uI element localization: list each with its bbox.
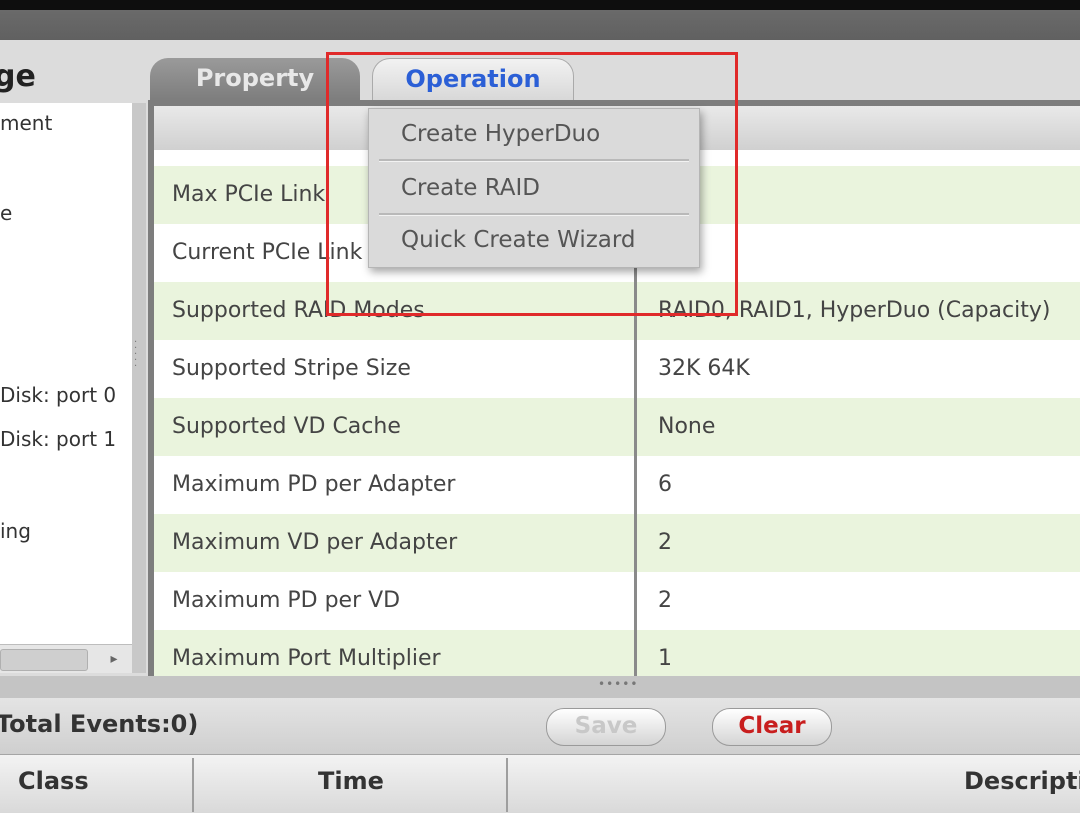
property-value: 6 (658, 472, 672, 497)
tree-item-device[interactable]: e (0, 201, 12, 225)
table-row: Maximum PD per VD 2 (154, 572, 1080, 630)
property-key: Maximum PD per Adapter (172, 472, 456, 497)
tree-item-management[interactable]: ment (0, 111, 52, 135)
property-value: 32K 64K (658, 356, 750, 381)
property-key: Supported VD Cache (172, 414, 401, 439)
horizontal-splitter-grip-icon[interactable]: ••••• (598, 678, 638, 690)
total-events-label: Total Events:0) (0, 710, 199, 738)
vertical-splitter-grip-icon[interactable]: · · · · · (134, 338, 140, 380)
column-header-time[interactable]: Time (318, 756, 384, 806)
table-row: Maximum PD per Adapter 6 (154, 456, 1080, 514)
tree-item-logging[interactable]: ing (0, 519, 31, 543)
window-top-edge (0, 0, 1080, 10)
tree-item-disk-port-0[interactable]: Disk: port 0 (0, 383, 116, 407)
column-divider[interactable] (192, 758, 194, 812)
table-row: Supported VD Cache None (154, 398, 1080, 456)
table-row: Maximum Port Multiplier 1 (154, 630, 1080, 676)
events-grid-header (0, 754, 1080, 813)
property-key: Maximum Port Multiplier (172, 646, 441, 671)
scroll-right-arrow-icon[interactable]: ▸ (104, 649, 124, 669)
property-key: Supported Stripe Size (172, 356, 411, 381)
property-value: None (658, 414, 716, 439)
property-value: 2 (658, 530, 672, 555)
scrollbar-thumb[interactable] (0, 649, 88, 671)
table-row: Supported Stripe Size 32K 64K (154, 340, 1080, 398)
left-panel-horizontal-scrollbar[interactable]: ▸ (0, 644, 132, 673)
property-key: Maximum PD per VD (172, 588, 401, 613)
clear-button[interactable]: Clear (712, 708, 832, 746)
vertical-splitter[interactable] (132, 103, 146, 673)
column-divider[interactable] (506, 758, 508, 812)
property-value: 1 (658, 646, 672, 671)
left-panel-title: ge (0, 59, 36, 94)
navigation-tree: ment e Disk: port 0 Disk: port 1 ing (0, 103, 132, 673)
column-header-class[interactable]: Class (18, 756, 89, 806)
horizontal-splitter[interactable] (0, 676, 1080, 698)
table-row: Maximum VD per Adapter 2 (154, 514, 1080, 572)
tree-item-disk-port-1[interactable]: Disk: port 1 (0, 427, 116, 451)
property-key: Max PCIe Link (172, 182, 326, 207)
property-key: Maximum VD per Adapter (172, 530, 458, 555)
save-button[interactable]: Save (546, 708, 666, 746)
column-header-description[interactable]: Description (964, 756, 1080, 806)
property-value: 2 (658, 588, 672, 613)
annotation-highlight-box (326, 52, 738, 316)
